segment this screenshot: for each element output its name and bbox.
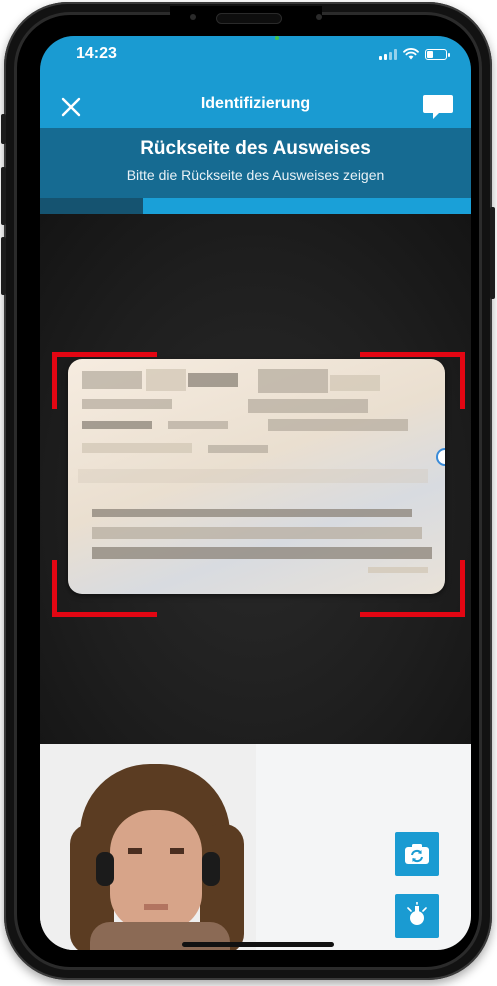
user-face [110, 810, 202, 930]
side-button-power [490, 207, 495, 299]
app-bar: Identifizierung [40, 86, 471, 128]
earpiece-speaker [216, 13, 282, 24]
status-bar: 14:23 [40, 36, 471, 86]
side-button-volume-up [1, 167, 6, 225]
front-camera [316, 14, 322, 20]
app-screen: 14:23 Identifizierung Rückseite des Ausw… [40, 36, 471, 950]
flashlight-button[interactable] [395, 894, 439, 938]
selfie-video-preview [40, 744, 256, 950]
page-title: Identifizierung [200, 95, 311, 112]
progress-fill [143, 198, 471, 214]
instruction-banner: Rückseite des Ausweises Bitte die Rückse… [40, 128, 471, 198]
wifi-icon [403, 48, 419, 60]
scan-frame-corner-top-left [52, 352, 157, 409]
scan-frame-corner-top-right [360, 352, 465, 409]
chat-bubble-icon[interactable] [421, 92, 455, 122]
side-button-mute [1, 114, 6, 144]
switch-camera-button[interactable] [395, 832, 439, 876]
video-panel [40, 744, 471, 950]
id-card-logo-icon [436, 448, 445, 466]
status-icons [379, 48, 450, 60]
progress-bar [40, 198, 471, 214]
instruction-title: Rückseite des Ausweises [140, 138, 371, 159]
status-time: 14:23 [76, 45, 117, 62]
side-button-volume-down [1, 237, 6, 295]
camera-active-indicator [275, 36, 279, 40]
front-sensor [190, 14, 196, 20]
switch-camera-icon [405, 844, 429, 864]
camera-viewfinder [40, 214, 471, 744]
cellular-signal-icon [379, 48, 397, 60]
scan-frame-corner-bottom-right [360, 560, 465, 617]
home-indicator[interactable] [182, 942, 334, 947]
flashlight-icon [407, 902, 427, 925]
battery-icon [425, 48, 450, 60]
instruction-subtitle: Bitte die Rückseite des Ausweises zeigen [126, 167, 385, 183]
scan-frame-corner-bottom-left [52, 560, 157, 617]
